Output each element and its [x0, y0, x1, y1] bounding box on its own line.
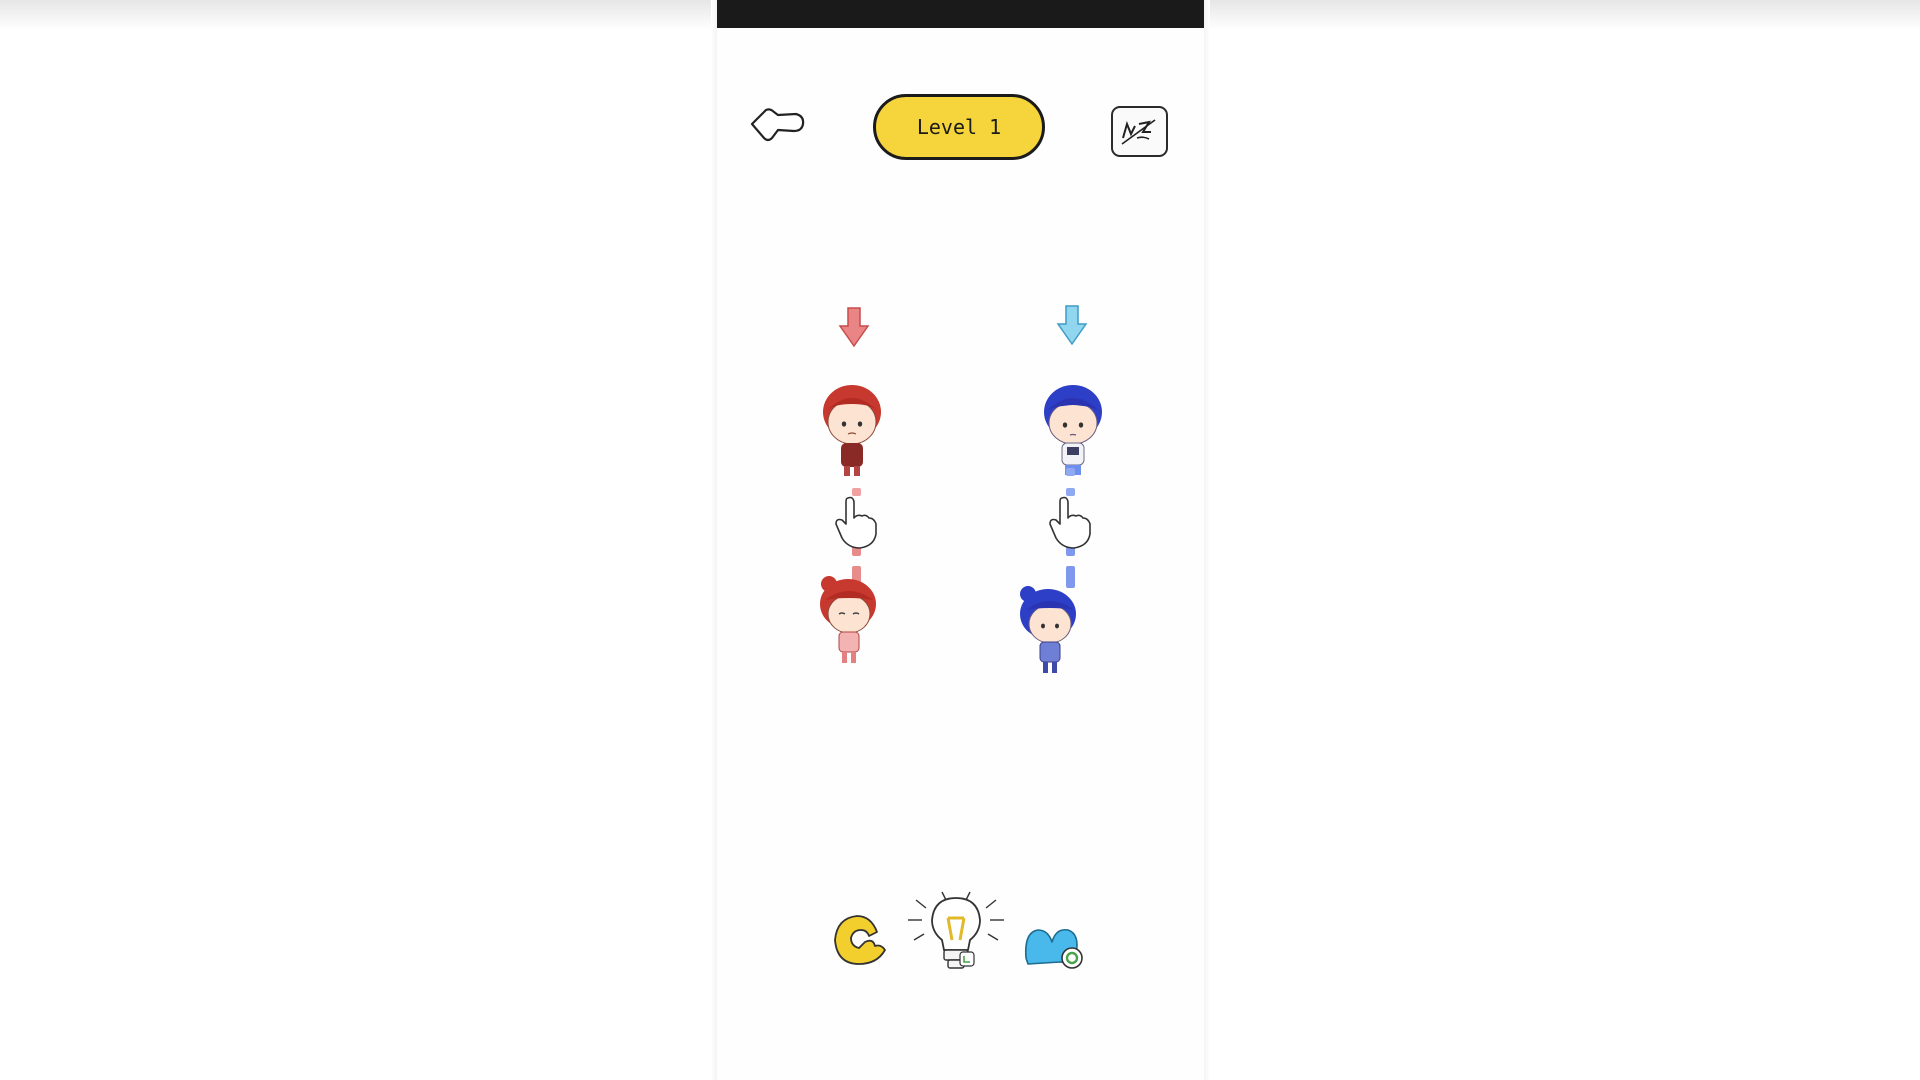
red-goal-arrow-icon — [838, 307, 870, 348]
game-screen: Level 1 — [0, 0, 1920, 1080]
pointing-hand-icon — [835, 496, 877, 549]
pointing-hand-icon — [1049, 496, 1091, 549]
blue-goal-arrow-icon — [1056, 305, 1088, 346]
back-button[interactable] — [748, 100, 808, 150]
red-boy-character[interactable] — [817, 380, 887, 478]
restart-button[interactable] — [829, 910, 891, 974]
status-bar — [717, 0, 1204, 28]
skip-level-button[interactable] — [1111, 106, 1168, 157]
red-girl-character[interactable] — [811, 570, 883, 666]
no-ads-button[interactable] — [1020, 918, 1090, 978]
level-indicator: Level 1 — [873, 94, 1045, 160]
back-arrow-icon — [750, 108, 805, 142]
hint-button[interactable] — [902, 890, 1010, 978]
blue-boy-character[interactable] — [1038, 380, 1108, 478]
level-label: Level 1 — [916, 115, 1002, 139]
blue-girl-character[interactable] — [1012, 580, 1084, 676]
phone-edge-right — [1204, 0, 1210, 1080]
restart-icon — [834, 915, 886, 965]
no-ads-icon — [1024, 928, 1083, 969]
skip-level-icon — [1121, 119, 1156, 145]
lightbulb-hint-icon — [908, 891, 1004, 969]
blue-path-segment — [1066, 468, 1075, 476]
